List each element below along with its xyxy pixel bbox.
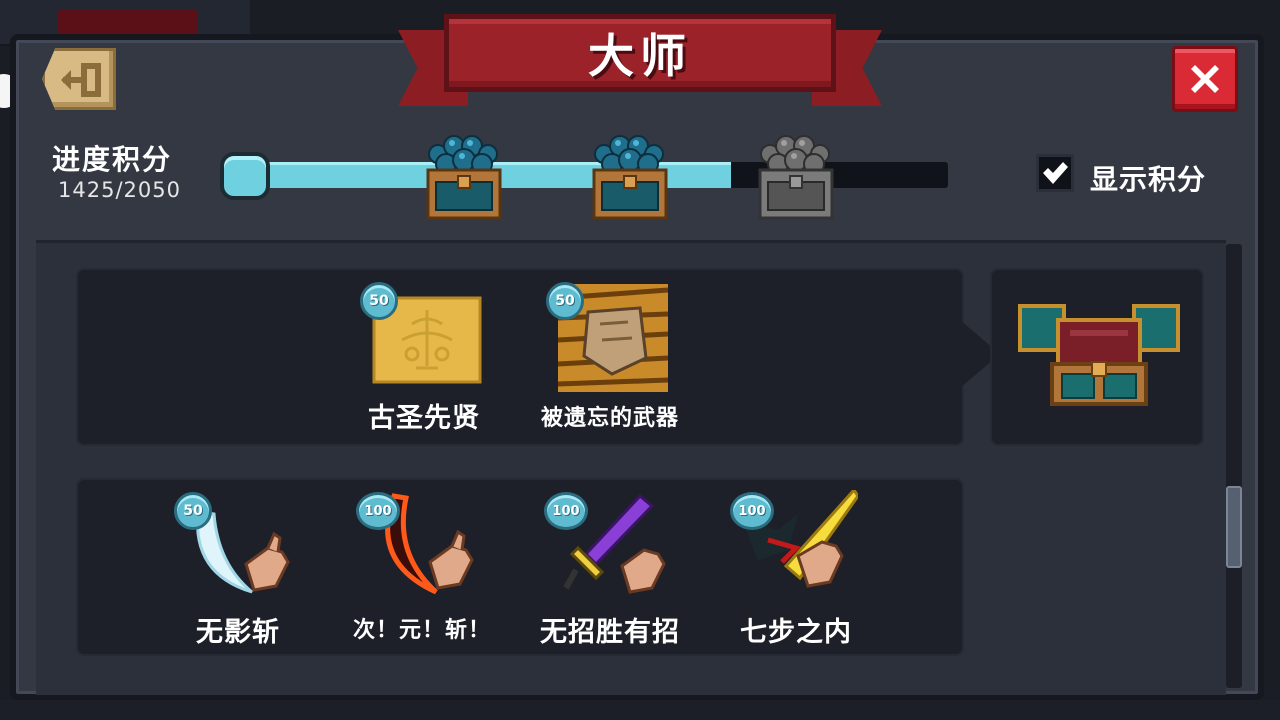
milestone-chest-1-icon[interactable] [424,132,504,220]
show-points-label[interactable]: 显示积分 [1090,158,1206,198]
scrollbar-track[interactable] [1226,244,1242,688]
background-strip [0,700,1280,720]
skill-ancient-sage[interactable]: 50 古圣先贤 [344,282,504,434]
progress-value: 1425/2050 [58,178,181,202]
progress-start-knob [220,152,270,200]
skill-shadowless-slash[interactable]: 50 无影斩 [158,490,318,648]
points-badge: 100 [544,492,588,530]
skill-name: 七步之内 [740,617,852,648]
scrollbar-thumb[interactable] [1226,486,1242,568]
skill-forgotten-weapon[interactable]: 50 被遗忘的武器 [530,282,690,432]
treasure-chest-icon [1018,304,1180,406]
points-badge: 50 [360,282,398,320]
show-points-checkbox[interactable] [1036,154,1074,192]
skill-name: 古圣先贤 [368,403,480,434]
page-title: 大师 [588,29,692,83]
checkmark-icon [1043,162,1068,184]
points-badge: 50 [546,282,584,320]
milestone-chest-3-locked-icon[interactable] [756,132,836,220]
skill-name: 次！元！斩！ [352,618,491,643]
points-badge: 50 [174,492,212,530]
skill-name: 被遗忘的武器 [540,406,679,431]
skill-sword-mastery[interactable]: 100 无招胜有招 [530,490,690,648]
skill-dimension-slash[interactable]: 100 次！元！斩！ [342,490,502,646]
skill-seven-steps[interactable]: 100 七步之内 [716,490,876,648]
close-button[interactable] [1172,46,1238,112]
title-banner: 大师 [444,14,836,92]
group-reward-box[interactable] [990,268,1204,446]
points-badge: 100 [730,492,774,530]
back-button[interactable] [42,48,116,110]
skill-name: 无招胜有招 [540,617,680,648]
close-icon [1191,65,1219,93]
milestone-chest-2-icon[interactable] [590,132,670,220]
points-badge: 100 [356,492,400,530]
skill-group-1 [76,268,964,446]
back-arrow-icon [61,63,101,97]
skill-name: 无影斩 [196,617,280,648]
progress-label: 进度积分 [52,143,173,176]
